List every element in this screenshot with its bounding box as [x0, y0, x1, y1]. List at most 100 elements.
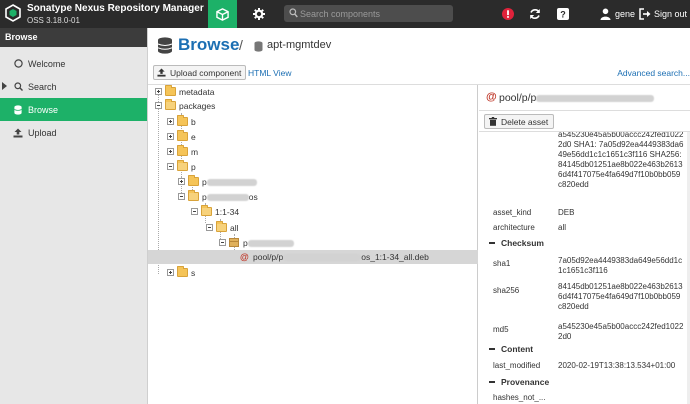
- nav-item-welcome[interactable]: Welcome: [0, 52, 147, 75]
- collapse-section-icon[interactable]: [489, 381, 495, 383]
- tree-node-label: b: [191, 117, 196, 127]
- upload-icon: [13, 128, 23, 138]
- section-title: Provenance: [501, 377, 550, 387]
- tree-node-e[interactable]: e: [148, 130, 478, 144]
- tree-node-component[interactable]: p: [148, 236, 478, 250]
- attribute-row-sha1: sha1 7a05d92ea4449383da649e56dd1c1c1651c…: [479, 256, 690, 278]
- tree-node-m[interactable]: m: [148, 145, 478, 159]
- database-icon: [157, 37, 173, 54]
- search-input[interactable]: [300, 7, 448, 20]
- upload-icon: [157, 68, 166, 77]
- asset-detail-panel: @ pool/p/p Delete asset a545230e45a5b00a…: [479, 85, 690, 404]
- collapse-section-icon[interactable]: [489, 348, 495, 350]
- tree-node-label: packages: [179, 101, 216, 111]
- attribute-row-last-modified: last_modified 2020-02-19T13:38:13.534+01…: [479, 359, 690, 371]
- admin-mode-button[interactable]: [247, 0, 271, 28]
- attribute-value: 7a05d92ea4449383da649e56dd1c1c1651c3f116: [558, 256, 683, 275]
- upload-component-button[interactable]: Upload component: [153, 65, 247, 80]
- section-content[interactable]: Content: [479, 342, 690, 356]
- html-view-link[interactable]: HTML View: [248, 68, 291, 78]
- main-header: Browse / apt-mgmtdev: [148, 28, 690, 63]
- nav-item-upload[interactable]: Upload: [0, 121, 147, 144]
- tree-node-deb-asset[interactable]: @ pool/p/p os_1:1-34_all.deb: [148, 250, 478, 264]
- asset-detail-header: @ pool/p/p: [479, 85, 690, 111]
- tree-node-all[interactable]: all: [148, 221, 478, 235]
- advanced-search-link[interactable]: Advanced search...: [617, 68, 690, 78]
- help-icon: ?: [557, 8, 569, 20]
- delete-asset-button[interactable]: Delete asset: [484, 114, 555, 129]
- attribute-key: last_modified: [493, 361, 541, 370]
- nav-item-label: Search: [28, 81, 57, 92]
- collapse-toggle-icon[interactable]: [191, 208, 198, 215]
- section-checksum[interactable]: Checksum: [479, 236, 690, 250]
- folder-open-icon: [188, 190, 199, 201]
- collapse-section-icon[interactable]: [489, 242, 495, 244]
- signout-button[interactable]: [637, 6, 653, 22]
- attribute-key: hashes_not_...: [493, 393, 546, 402]
- tree-node-p[interactable]: p: [148, 160, 478, 174]
- app-title: Sonatype Nexus Repository Manager: [27, 3, 204, 14]
- attribute-key: asset_kind: [493, 208, 532, 217]
- nexus-logo-icon[interactable]: [5, 4, 21, 22]
- attribute-key: architecture: [493, 223, 535, 232]
- attribute-row-hashes-not-verified: hashes_not_...: [479, 391, 690, 403]
- refresh-button[interactable]: [527, 6, 543, 22]
- collapse-toggle-icon[interactable]: [206, 224, 213, 231]
- page-title[interactable]: Browse: [178, 35, 239, 55]
- tree-node-label: p: [243, 238, 294, 248]
- nav-item-label: Browse: [28, 104, 59, 115]
- debian-icon: @: [486, 91, 497, 103]
- tree-node-p-package[interactable]: p: [148, 175, 478, 189]
- expand-toggle-icon[interactable]: [167, 269, 174, 276]
- expand-toggle-icon[interactable]: [167, 118, 174, 125]
- tree-node-label: p: [202, 177, 257, 187]
- tree-node-p-os-package[interactable]: p os: [148, 190, 478, 204]
- folder-icon: [165, 85, 176, 96]
- folder-icon: [177, 145, 188, 156]
- attribute-value: DEB: [558, 208, 575, 217]
- attribute-key: sha1: [493, 259, 511, 268]
- upload-component-label: Upload component: [170, 67, 242, 78]
- collapse-toggle-icon[interactable]: [219, 239, 226, 246]
- left-nav-header: Browse: [0, 28, 147, 47]
- nav-item-search[interactable]: Search: [0, 75, 147, 98]
- tree-node-packages[interactable]: packages: [148, 99, 478, 113]
- expand-toggle-icon[interactable]: [178, 178, 185, 185]
- tree-node-b[interactable]: b: [148, 115, 478, 129]
- delete-asset-label: Delete asset: [501, 116, 549, 127]
- user-name[interactable]: gene: [615, 9, 635, 19]
- folder-icon: [177, 115, 188, 126]
- alert-button[interactable]: [500, 6, 516, 22]
- collapse-toggle-icon[interactable]: [178, 193, 185, 200]
- breadcrumb-repository: apt-mgmtdev: [267, 39, 332, 51]
- nav-item-browse[interactable]: Browse: [0, 98, 147, 121]
- gear-icon: [253, 8, 265, 20]
- expand-toggle-icon[interactable]: [167, 133, 174, 140]
- asset-attributes: a545230e45a5b00accc242fed10222d0 SHA1: 7…: [479, 132, 690, 404]
- repository-icon: [254, 41, 263, 52]
- signout-label[interactable]: Sign out: [654, 9, 687, 19]
- section-title: Content: [501, 344, 534, 354]
- component-tree: metadata packages b e m p p p os 1:1-34 …: [148, 85, 478, 404]
- asset-toolbar: Delete asset: [479, 111, 690, 132]
- expand-arrow-icon[interactable]: [2, 82, 7, 90]
- folder-open-icon: [201, 205, 212, 216]
- help-button[interactable]: ?: [555, 6, 571, 22]
- expand-toggle-icon[interactable]: [155, 88, 162, 95]
- tree-node-metadata[interactable]: metadata: [148, 85, 478, 99]
- tree-node-label: s: [191, 268, 196, 278]
- tree-node-label: metadata: [179, 87, 215, 97]
- tree-node-version[interactable]: 1:1-34: [148, 205, 478, 219]
- nav-item-label: Welcome: [28, 58, 66, 69]
- attribute-value: 84145db01251ae8b022e463b26136d4f417075e4…: [558, 282, 683, 311]
- browse-mode-button[interactable]: [208, 0, 237, 28]
- redacted-text: [206, 194, 249, 202]
- collapse-toggle-icon[interactable]: [155, 102, 162, 109]
- collapse-toggle-icon[interactable]: [167, 163, 174, 170]
- section-provenance[interactable]: Provenance: [479, 375, 690, 389]
- signout-icon: [639, 8, 651, 20]
- user-button[interactable]: [597, 6, 613, 22]
- expand-toggle-icon[interactable]: [167, 148, 174, 155]
- tree-node-s[interactable]: s: [148, 266, 478, 280]
- user-icon: [600, 8, 610, 20]
